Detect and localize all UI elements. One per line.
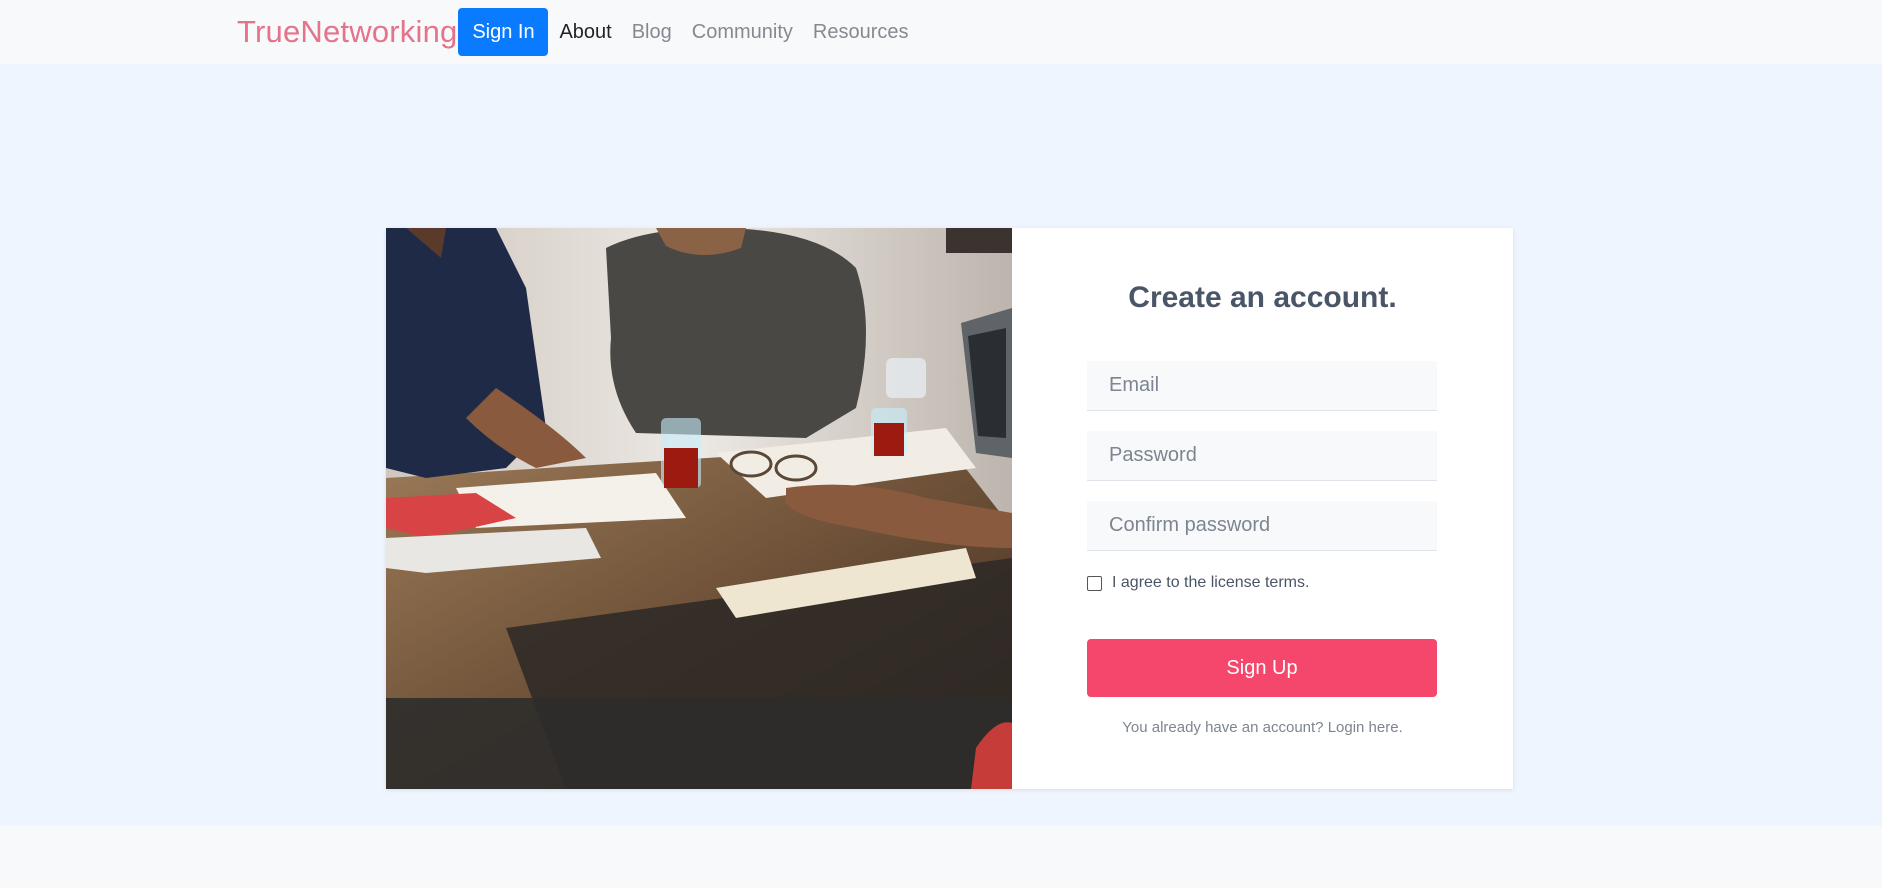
login-link[interactable]: Login here.: [1328, 719, 1403, 736]
license-agreement: I agree to the license terms.: [1087, 574, 1309, 592]
nav-link-about[interactable]: About: [559, 21, 611, 44]
signup-button[interactable]: Sign Up: [1087, 639, 1437, 697]
nav-link-resources[interactable]: Resources: [813, 21, 909, 44]
brand-logo[interactable]: TrueNetworking: [237, 14, 457, 50]
nav-link-blog[interactable]: Blog: [632, 21, 672, 44]
login-prefix: You already have an account?: [1122, 719, 1328, 736]
hero-section: Create an account. I agree to the licens…: [0, 64, 1882, 826]
nav-signin-button[interactable]: Sign In: [458, 8, 549, 56]
confirm-password-field[interactable]: [1087, 501, 1437, 551]
form-title: Create an account.: [1128, 281, 1397, 314]
password-field[interactable]: [1087, 431, 1437, 481]
signup-card: Create an account. I agree to the licens…: [386, 228, 1513, 789]
license-checkbox[interactable]: [1087, 575, 1102, 591]
email-field[interactable]: [1087, 361, 1437, 411]
people-at-table-photo: [386, 228, 1012, 789]
navbar: TrueNetworking Sign In About Blog Commun…: [0, 0, 1882, 64]
login-note: You already have an account? Login here.: [1012, 719, 1513, 736]
license-label: I agree to the license terms.: [1112, 574, 1310, 591]
nav-link-community[interactable]: Community: [692, 21, 793, 44]
signup-form: Create an account. I agree to the licens…: [1012, 228, 1513, 789]
